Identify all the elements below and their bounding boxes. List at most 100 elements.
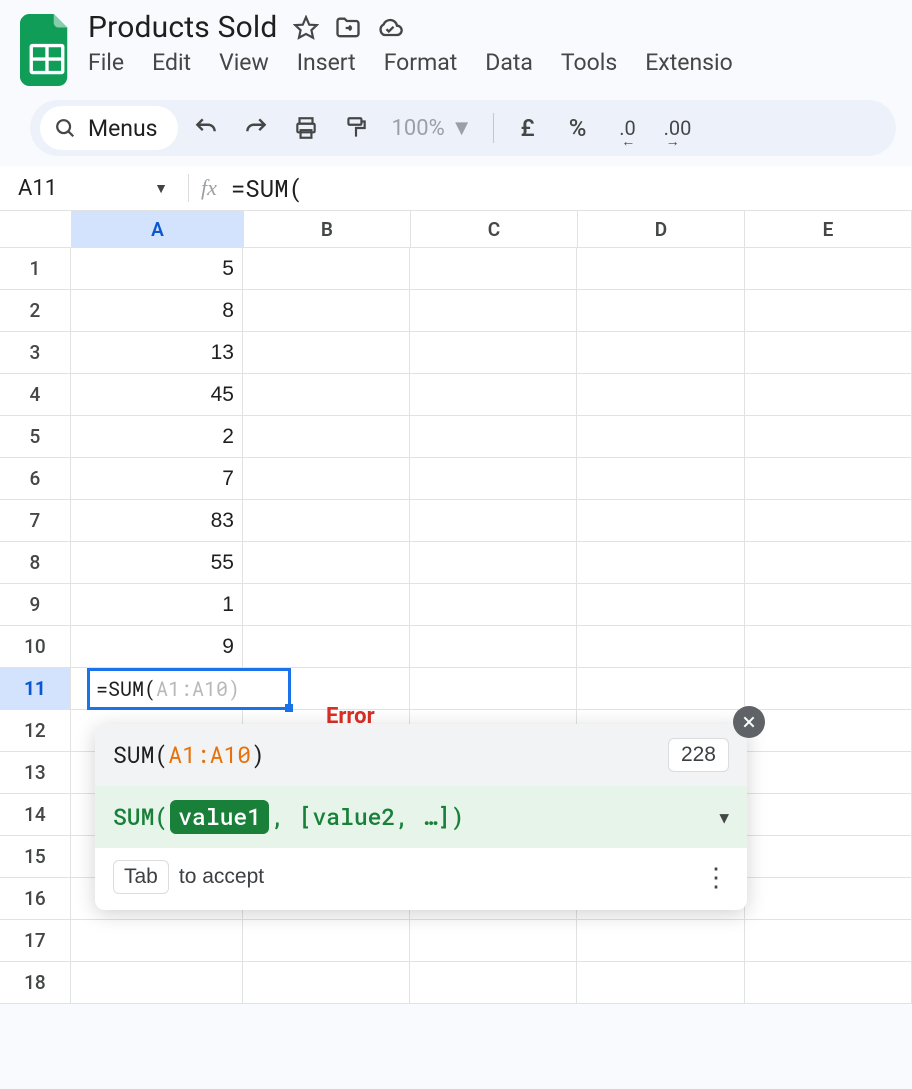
print-button[interactable]: [284, 106, 328, 150]
cell-A1[interactable]: 5: [71, 248, 243, 290]
cell-E8[interactable]: [745, 542, 912, 584]
cell-C2[interactable]: [410, 290, 577, 332]
editing-cell-A11[interactable]: =SUM(A1:A10): [87, 668, 291, 710]
cell-C6[interactable]: [410, 458, 577, 500]
cell-B3[interactable]: [243, 332, 410, 374]
cell-C3[interactable]: [410, 332, 577, 374]
cell-E15[interactable]: [745, 836, 912, 878]
row-header[interactable]: 12: [0, 710, 71, 752]
decrease-decimal-button[interactable]: .0 ←: [606, 106, 650, 150]
close-popup-button[interactable]: [733, 706, 765, 738]
cell-C1[interactable]: [410, 248, 577, 290]
autocomplete-suggestion[interactable]: SUM(A1:A10) 228: [95, 724, 747, 786]
cell-C10[interactable]: [410, 626, 577, 668]
menus-search-chip[interactable]: Menus: [40, 106, 178, 150]
cell-E16[interactable]: [745, 878, 912, 920]
cell-A7[interactable]: 83: [71, 500, 243, 542]
row-header[interactable]: 13: [0, 752, 71, 794]
menu-file[interactable]: File: [88, 49, 124, 76]
cell-A5[interactable]: 2: [71, 416, 243, 458]
fill-handle[interactable]: [285, 704, 293, 712]
formula-bar-input[interactable]: =SUM(: [231, 172, 303, 204]
cell-A17[interactable]: [71, 920, 243, 962]
column-header-E[interactable]: E: [745, 211, 912, 247]
cell-E11[interactable]: [745, 668, 912, 710]
row-header[interactable]: 17: [0, 920, 71, 962]
row-header[interactable]: 9: [0, 584, 71, 626]
cell-E17[interactable]: [745, 920, 912, 962]
cell-C17[interactable]: [410, 920, 577, 962]
cell-E14[interactable]: [745, 794, 912, 836]
cell-E2[interactable]: [745, 290, 912, 332]
cell-B1[interactable]: [243, 248, 410, 290]
cell-B10[interactable]: [243, 626, 410, 668]
redo-button[interactable]: [234, 106, 278, 150]
cell-B2[interactable]: [243, 290, 410, 332]
zoom-dropdown[interactable]: 100% ▼: [384, 115, 481, 141]
cell-D5[interactable]: [577, 416, 744, 458]
row-header[interactable]: 5: [0, 416, 71, 458]
menu-tools[interactable]: Tools: [561, 49, 617, 76]
cell-E5[interactable]: [745, 416, 912, 458]
cell-A10[interactable]: 9: [71, 626, 243, 668]
cell-E1[interactable]: [745, 248, 912, 290]
row-header[interactable]: 6: [0, 458, 71, 500]
cell-D3[interactable]: [577, 332, 744, 374]
column-header-C[interactable]: C: [411, 211, 578, 247]
menu-data[interactable]: Data: [485, 49, 533, 76]
currency-button[interactable]: £: [506, 106, 550, 150]
cell-D2[interactable]: [577, 290, 744, 332]
percent-button[interactable]: %: [556, 106, 600, 150]
doc-title[interactable]: Products Sold: [88, 10, 278, 45]
row-header[interactable]: 4: [0, 374, 71, 416]
cloud-status-icon[interactable]: [376, 14, 404, 42]
row-header[interactable]: 3: [0, 332, 71, 374]
row-header[interactable]: 14: [0, 794, 71, 836]
more-options-button[interactable]: ⋮: [703, 862, 729, 893]
paint-format-button[interactable]: [334, 106, 378, 150]
cell-E18[interactable]: [745, 962, 912, 1004]
cell-B8[interactable]: [243, 542, 410, 584]
cell-C8[interactable]: [410, 542, 577, 584]
cell-D17[interactable]: [577, 920, 744, 962]
cell-C5[interactable]: [410, 416, 577, 458]
cell-B7[interactable]: [243, 500, 410, 542]
column-header-D[interactable]: D: [578, 211, 745, 247]
undo-button[interactable]: [184, 106, 228, 150]
cell-D11[interactable]: [577, 668, 744, 710]
row-header[interactable]: 8: [0, 542, 71, 584]
row-header[interactable]: 7: [0, 500, 71, 542]
column-header-B[interactable]: B: [244, 211, 411, 247]
row-header[interactable]: 11: [0, 668, 71, 710]
menu-format[interactable]: Format: [384, 49, 458, 76]
cell-E9[interactable]: [745, 584, 912, 626]
cell-E7[interactable]: [745, 500, 912, 542]
select-all-corner[interactable]: [0, 211, 72, 247]
row-header[interactable]: 2: [0, 290, 71, 332]
row-header[interactable]: 15: [0, 836, 71, 878]
cell-C18[interactable]: [410, 962, 577, 1004]
cell-C11[interactable]: [410, 668, 577, 710]
cell-A2[interactable]: 8: [71, 290, 243, 332]
cell-C4[interactable]: [410, 374, 577, 416]
row-header[interactable]: 1: [0, 248, 71, 290]
menu-extensions[interactable]: Extensio: [645, 49, 733, 76]
row-header[interactable]: 10: [0, 626, 71, 668]
cell-A18[interactable]: [71, 962, 243, 1004]
cell-D4[interactable]: [577, 374, 744, 416]
cell-C9[interactable]: [410, 584, 577, 626]
row-header[interactable]: 16: [0, 878, 71, 920]
cell-D9[interactable]: [577, 584, 744, 626]
cell-B18[interactable]: [243, 962, 410, 1004]
cell-D6[interactable]: [577, 458, 744, 500]
cell-E4[interactable]: [745, 374, 912, 416]
move-folder-icon[interactable]: [334, 14, 362, 42]
cell-A9[interactable]: 1: [71, 584, 243, 626]
cell-B4[interactable]: [243, 374, 410, 416]
star-icon[interactable]: [292, 14, 320, 42]
cell-B9[interactable]: [243, 584, 410, 626]
cell-A3[interactable]: 13: [71, 332, 243, 374]
cell-A6[interactable]: 7: [71, 458, 243, 500]
increase-decimal-button[interactable]: .00 →: [656, 106, 700, 150]
cell-D8[interactable]: [577, 542, 744, 584]
